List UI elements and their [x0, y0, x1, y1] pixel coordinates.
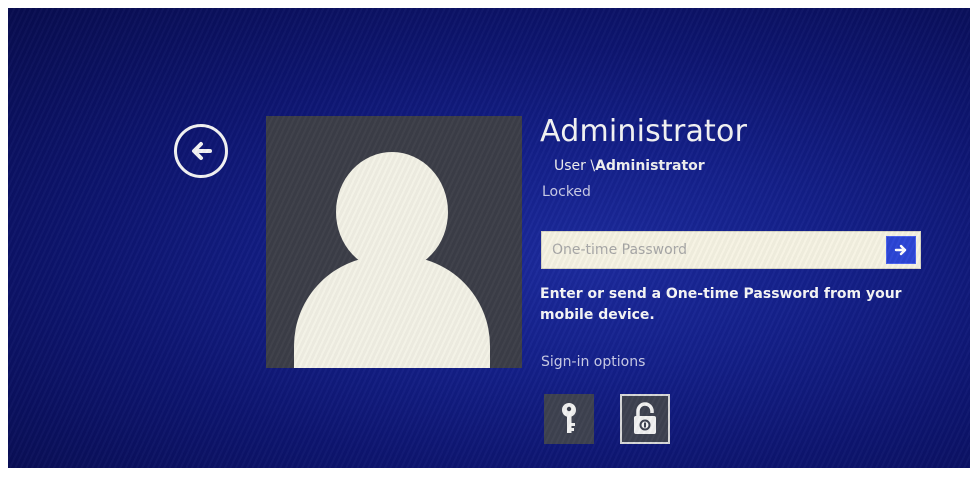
sign-in-options-link[interactable]: Sign-in options — [541, 354, 645, 370]
avatar-head-shape — [336, 152, 448, 272]
key-sign-in-option[interactable] — [544, 394, 594, 444]
key-icon — [562, 403, 576, 433]
account-domain-name: Administrator — [595, 158, 705, 174]
back-button[interactable] — [174, 124, 228, 178]
one-time-password-input[interactable] — [542, 232, 878, 268]
account-status: Locked — [542, 184, 591, 200]
user-avatar — [266, 116, 522, 368]
arrow-right-icon — [894, 244, 907, 256]
padlock-icon — [634, 402, 656, 434]
password-field — [541, 231, 921, 269]
otp-help-text: Enter or send a One-time Password from y… — [540, 286, 902, 323]
otp-sign-in-option[interactable] — [620, 394, 670, 444]
user-name: Administrator — [540, 114, 748, 149]
avatar-body-shape — [294, 256, 490, 368]
lock-screen: Administrator User \Administrator Locked… — [8, 8, 970, 468]
back-arrow-icon — [192, 142, 212, 160]
user-account: User \Administrator — [554, 158, 705, 174]
account-domain-prefix: User \ — [554, 158, 596, 174]
submit-button[interactable] — [886, 236, 916, 264]
